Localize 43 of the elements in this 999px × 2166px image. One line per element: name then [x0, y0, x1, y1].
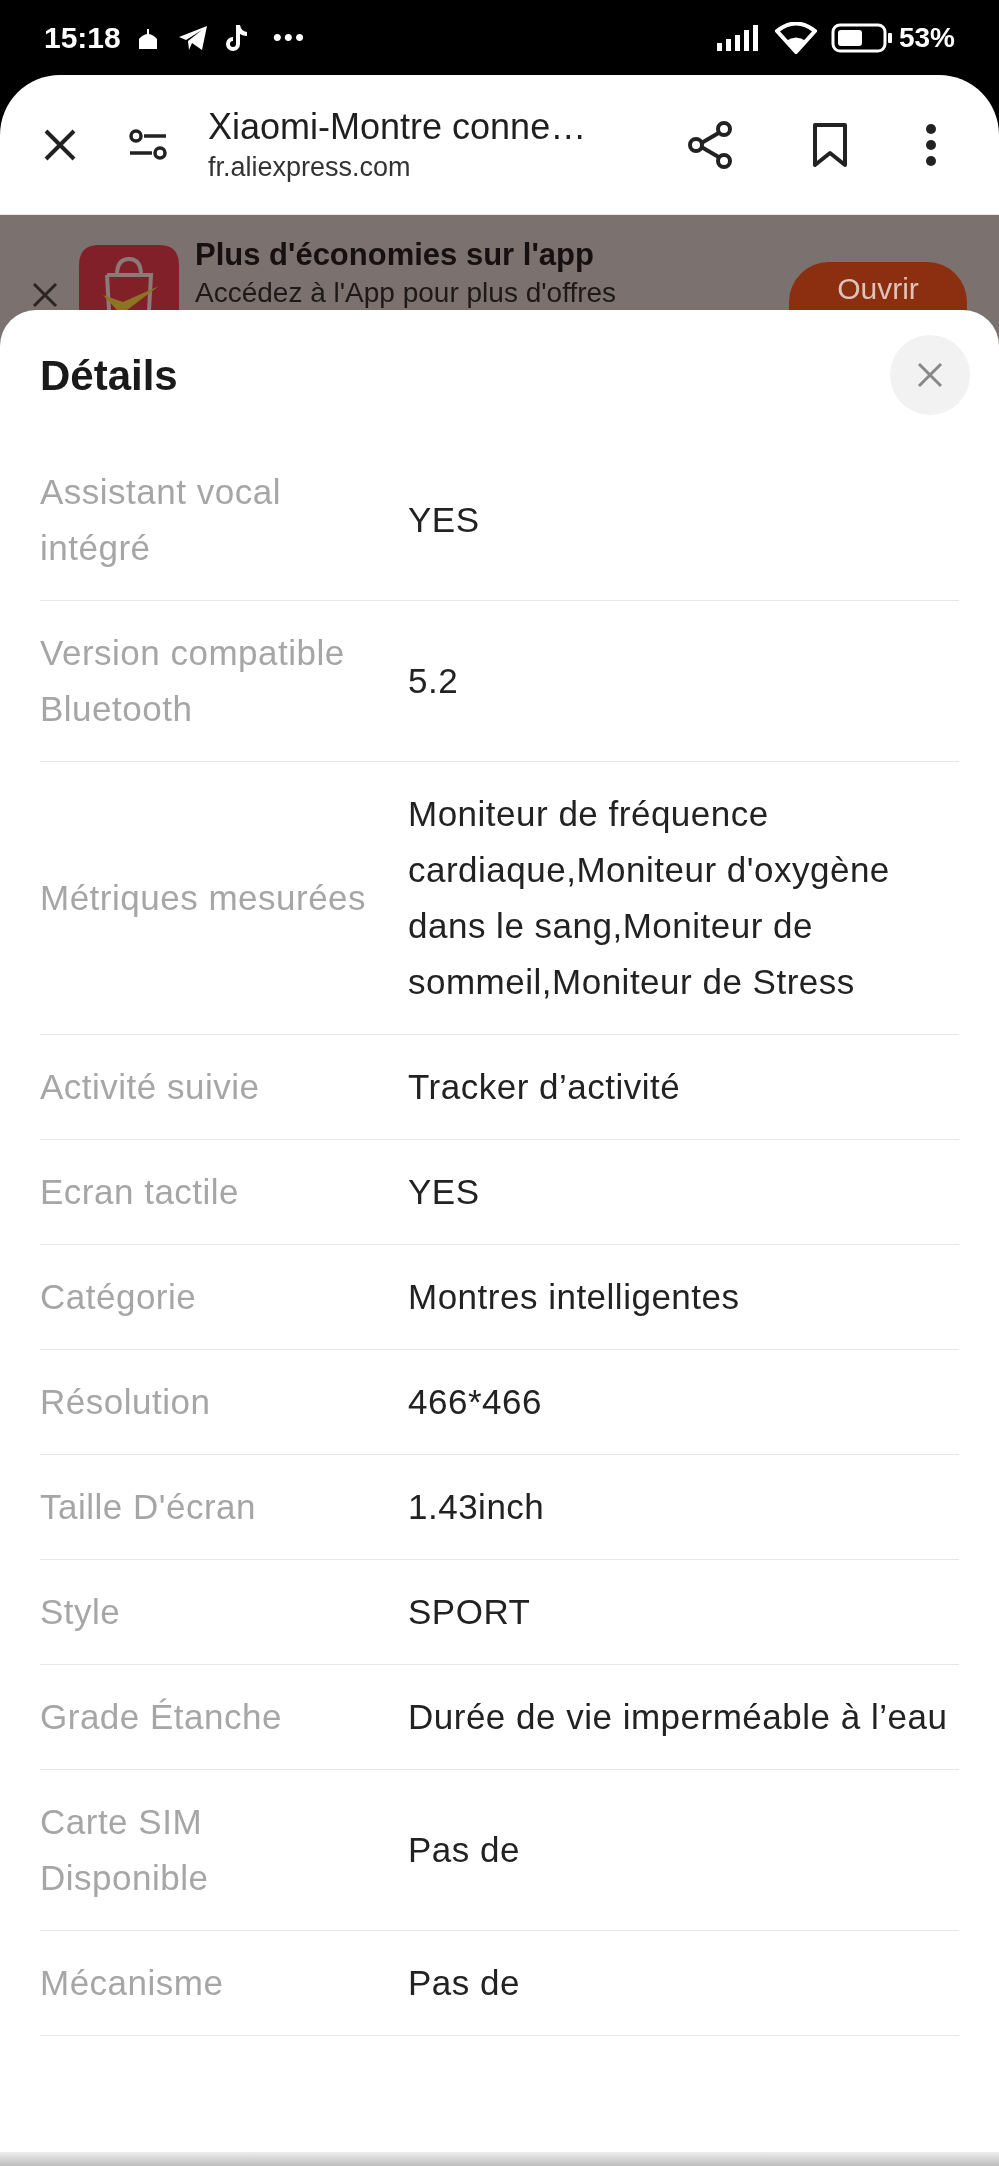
page-url: fr.aliexpress.com: [208, 150, 412, 184]
bookmark-icon: [811, 121, 849, 168]
detail-label: Résolution: [40, 1382, 211, 1421]
detail-label: Style: [40, 1592, 121, 1631]
detail-value: Pas de: [408, 1829, 521, 1871]
detail-value: YES: [408, 499, 481, 541]
banner-subtitle: Accédez à l'App pour plus d'offres: [195, 276, 617, 310]
detail-value: SPORT: [408, 1591, 532, 1633]
detail-label: Grade Étanche: [40, 1697, 282, 1736]
detail-label: Assistant vocal intégré: [40, 472, 281, 567]
detail-value: Tracker d’activité: [408, 1066, 682, 1108]
detail-value: Montres intelligentes: [408, 1276, 741, 1318]
detail-label: Mécanisme: [40, 1963, 224, 2002]
app-icon: [79, 245, 179, 310]
close-icon: [31, 281, 59, 309]
open-app-button[interactable]: Ouvrir: [789, 262, 967, 310]
close-icon: [916, 361, 944, 389]
detail-value: Durée de vie imperméable à l’eau: [408, 1696, 949, 1738]
detail-label: Version compatible Bluetooth: [40, 633, 345, 728]
kebab-menu-icon: [925, 122, 937, 167]
banner-title: Plus d'économies sur l'app: [195, 236, 595, 274]
signal-icon: [716, 24, 761, 51]
sliders-icon: [128, 128, 168, 161]
page-title: Xiaomi-Montre conne…: [208, 104, 588, 149]
detail-value: YES: [408, 1171, 481, 1213]
detail-label: Activité suivie: [40, 1067, 260, 1106]
detail-value: Moniteur de fréquence cardiaque,Moniteur d'oxygène dans le sang,Moniteur de sommeil,Moniteur de Stress: [408, 793, 891, 1003]
detail-label: Ecran tactile: [40, 1172, 240, 1211]
sheet-title: Détails: [40, 350, 178, 401]
share-icon: [686, 119, 734, 170]
status-time: 15:18: [44, 20, 121, 56]
battery-percent: 53%: [898, 20, 955, 55]
detail-value: Pas de: [408, 1962, 521, 2004]
detail-label: Carte SIM Disponible: [40, 1802, 209, 1897]
more-notifications: •••: [272, 21, 307, 54]
detail-label: Taille D'écran: [40, 1487, 256, 1526]
detail-label: Métriques mesurées: [40, 878, 367, 917]
detail-label: Catégorie: [40, 1277, 197, 1316]
detail-value: 1.43inch: [408, 1486, 546, 1528]
battery-icon: [830, 22, 893, 53]
wifi-icon: [774, 21, 817, 54]
detail-value: 466*466: [408, 1381, 543, 1423]
detail-value: 5.2: [408, 660, 460, 702]
